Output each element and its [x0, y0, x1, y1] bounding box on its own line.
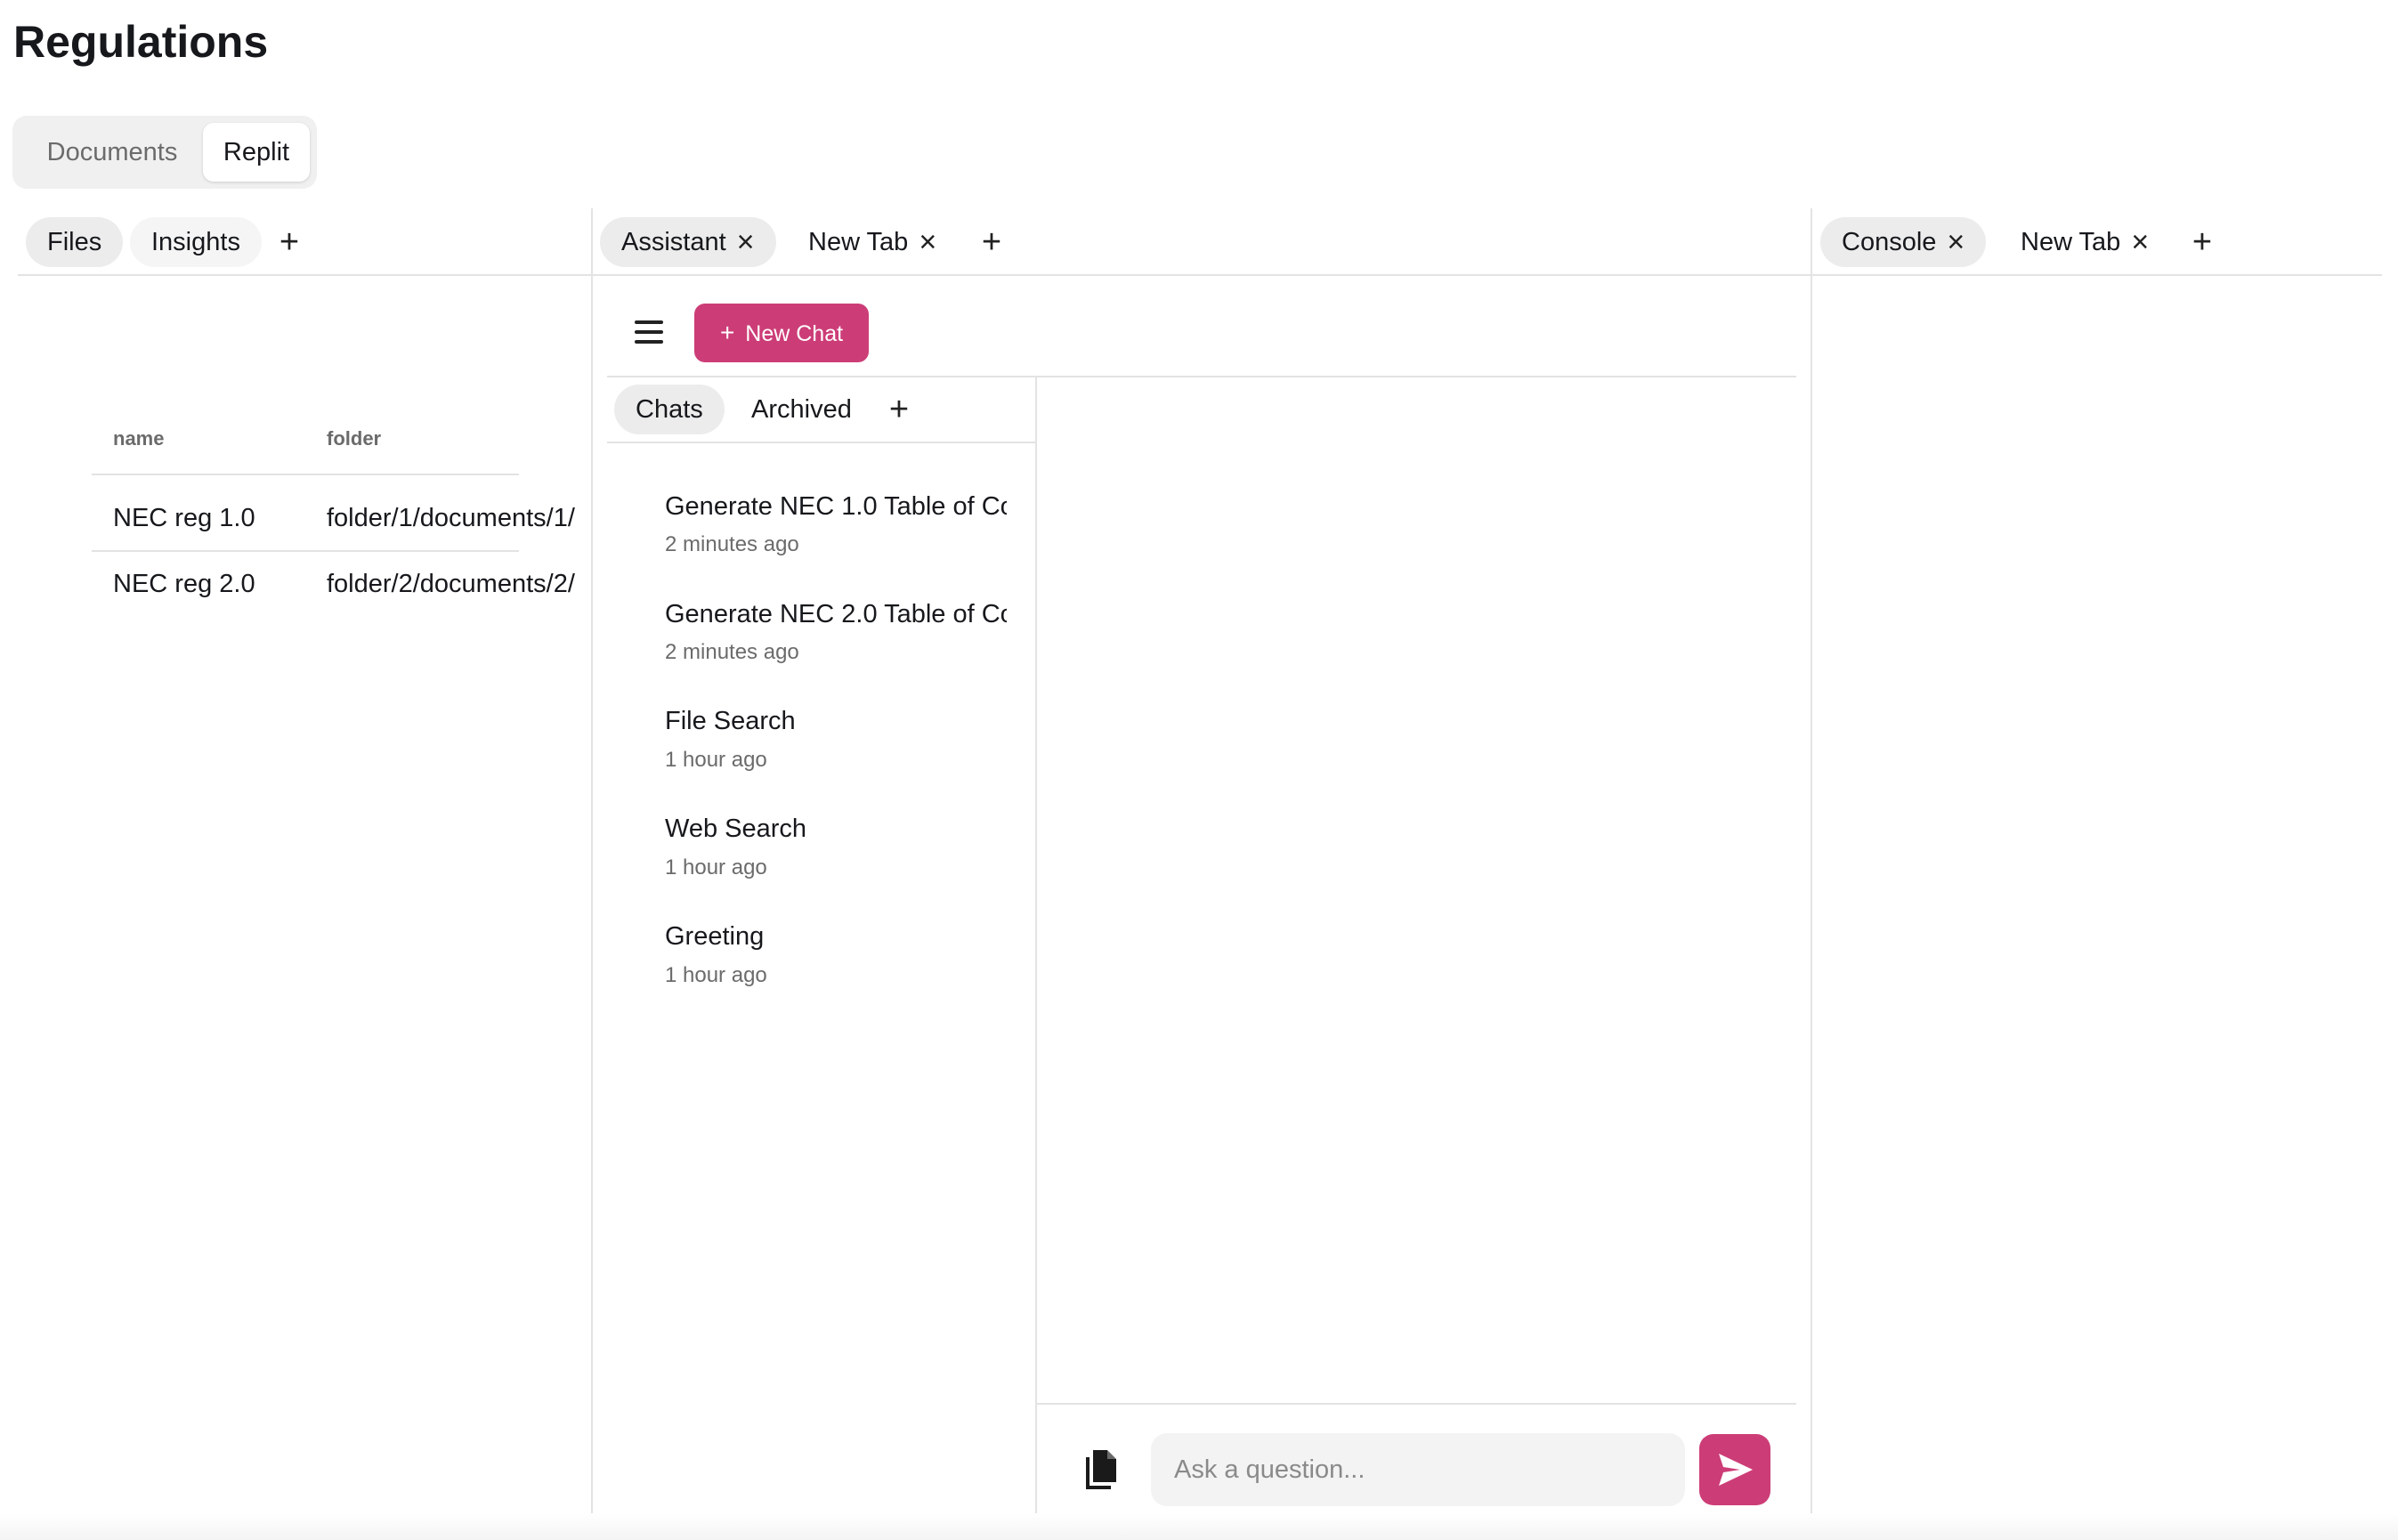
tab-documents[interactable]: Documents	[25, 123, 199, 182]
composer-divider	[1037, 1403, 1796, 1405]
close-icon[interactable]: ×	[919, 217, 936, 267]
add-middle-tab-plus-icon[interactable]: +	[974, 217, 1009, 267]
new-chat-label: New Chat	[745, 321, 844, 346]
tab-files[interactable]: Files	[26, 217, 124, 267]
chat-item-time: 2 minutes ago	[665, 640, 799, 664]
tab-insights[interactable]: Insights	[130, 217, 262, 267]
left-tabs-divider	[18, 274, 591, 276]
chat-item-time: 1 hour ago	[665, 963, 767, 987]
menu-icon[interactable]	[635, 320, 667, 345]
send-button[interactable]	[1699, 1434, 1770, 1505]
right-panel-divider	[1811, 208, 1812, 1540]
close-icon[interactable]: ×	[2131, 217, 2149, 267]
chat-item-title[interactable]: Generate NEC 1.0 Table of Contents	[665, 492, 1007, 522]
plus-icon: +	[719, 319, 735, 346]
tab-assistant-label: Assistant	[621, 228, 726, 256]
table-header-divider	[92, 474, 519, 475]
chat-item-time: 1 hour ago	[665, 855, 767, 879]
right-tabs-divider	[1812, 274, 2382, 276]
table-row-name[interactable]: NEC reg 2.0	[113, 570, 255, 599]
bottom-fade	[0, 1513, 2398, 1540]
add-chat-subtab-plus-icon[interactable]: +	[881, 385, 917, 434]
tab-replit[interactable]: Replit	[203, 123, 310, 182]
tab-console-label: Console	[1842, 228, 1937, 256]
send-icon	[1719, 1454, 1753, 1486]
tab-chats-label: Chats	[636, 395, 703, 424]
chat-subtabs-divider	[607, 442, 1036, 443]
page-title: Regulations	[13, 17, 269, 67]
table-row-name[interactable]: NEC reg 1.0	[113, 504, 255, 533]
chat-item-title[interactable]: Web Search	[665, 815, 1007, 844]
tab-console[interactable]: Console ×	[1820, 217, 1987, 267]
tab-insights-label: Insights	[151, 228, 240, 256]
tab-new-tab-label: New Tab	[2021, 228, 2121, 256]
attach-file-icon[interactable]	[1084, 1447, 1120, 1489]
ask-question-input[interactable]	[1151, 1433, 1685, 1506]
tab-new-tab[interactable]: New Tab ×	[787, 217, 958, 267]
tab-archived-label: Archived	[751, 395, 852, 424]
tab-new-tab-label: New Tab	[808, 228, 909, 256]
new-chat-button[interactable]: + New Chat	[694, 304, 869, 362]
table-row-folder[interactable]: folder/2/documents/2/	[327, 570, 575, 599]
tab-chats[interactable]: Chats	[614, 385, 725, 434]
tab-new-tab[interactable]: New Tab ×	[1999, 217, 2170, 267]
add-right-tab-plus-icon[interactable]: +	[2184, 217, 2220, 267]
table-row-folder[interactable]: folder/1/documents/1/	[327, 504, 575, 533]
chat-item-time: 1 hour ago	[665, 748, 767, 772]
chat-item-title[interactable]: File Search	[665, 707, 1007, 736]
tab-archived[interactable]: Archived	[730, 385, 873, 434]
chat-item-title[interactable]: Generate NEC 2.0 Table of Contents	[665, 600, 1007, 629]
top-segmented-control: Documents Replit	[12, 116, 317, 189]
column-header-folder: folder	[327, 427, 382, 450]
chat-item-title[interactable]: Greeting	[665, 922, 1007, 952]
table-row-divider	[92, 550, 519, 552]
chat-item-time: 2 minutes ago	[665, 532, 799, 556]
middle-tabs-divider	[593, 274, 1811, 276]
tab-assistant[interactable]: Assistant ×	[600, 217, 776, 267]
left-panel-divider	[591, 208, 593, 1540]
chat-toolbar-divider	[607, 376, 1796, 377]
chat-list-divider	[1035, 377, 1037, 1535]
add-left-tab-plus-icon[interactable]: +	[271, 217, 307, 267]
tab-files-label: Files	[47, 228, 102, 256]
close-icon[interactable]: ×	[737, 217, 755, 267]
close-icon[interactable]: ×	[1947, 217, 1965, 267]
column-header-name: name	[113, 427, 165, 450]
